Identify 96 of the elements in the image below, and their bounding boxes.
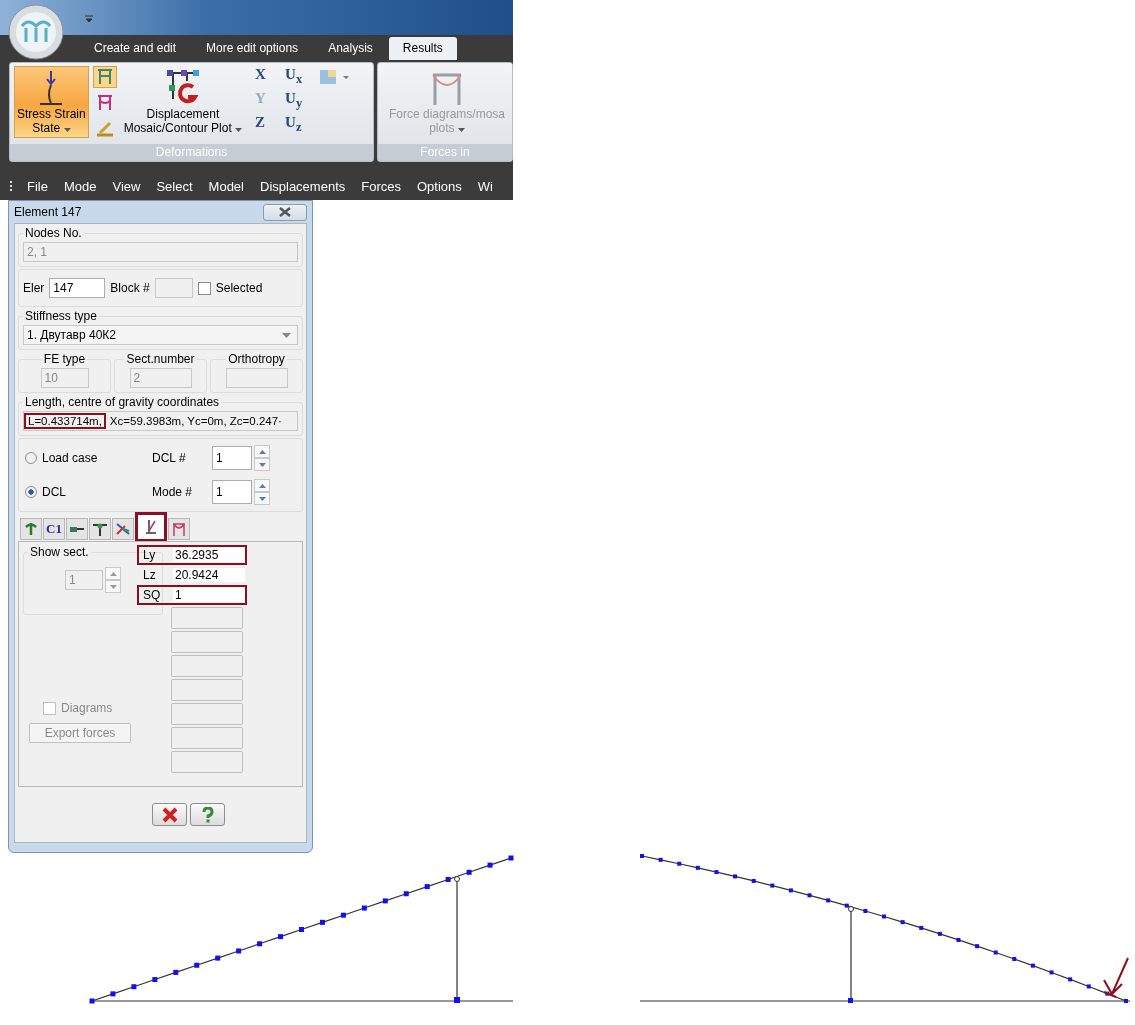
spinner[interactable] bbox=[254, 479, 270, 505]
radio-button[interactable] bbox=[25, 486, 37, 498]
group-title: Forces in bbox=[377, 144, 512, 161]
menu-item[interactable]: Select bbox=[148, 178, 201, 194]
parameter-value: 20.9424 bbox=[173, 568, 245, 582]
checkbox-label: Selected bbox=[215, 281, 263, 295]
ribbon-tab[interactable]: Create and edit bbox=[80, 37, 191, 60]
nodes-field: 2, 1 bbox=[23, 242, 298, 262]
down-arrow-icon bbox=[258, 462, 266, 467]
caret-icon bbox=[63, 128, 71, 132]
menu-item[interactable]: Mode bbox=[55, 178, 105, 194]
block-label: Block # bbox=[110, 281, 150, 295]
radio-label: DCL bbox=[42, 485, 67, 499]
element-field[interactable]: 147 bbox=[49, 278, 106, 298]
dropdown-icon[interactable] bbox=[85, 15, 93, 23]
axis-button[interactable]: U$_{x}$ bbox=[285, 66, 316, 90]
group-label: Stiffness type bbox=[24, 309, 98, 323]
menu-item[interactable]: Model bbox=[200, 178, 252, 194]
parameter-value: 36.2935 bbox=[173, 548, 245, 562]
up-arrow-icon bbox=[258, 483, 266, 488]
empty-cell bbox=[171, 727, 243, 749]
element-label: Eler bbox=[23, 281, 45, 295]
group-label: Show sect. bbox=[29, 545, 90, 559]
radio-label: Load case bbox=[42, 451, 99, 465]
ribbon-button[interactable]: Displacement Mosaic/Contour Plot bbox=[120, 66, 246, 138]
number-field[interactable]: 1 bbox=[212, 480, 252, 504]
down-arrow-icon bbox=[109, 584, 117, 589]
question-mark-icon bbox=[200, 806, 215, 823]
section-number-field: 2 bbox=[129, 368, 192, 388]
block-field[interactable] bbox=[154, 278, 193, 298]
grip-icon bbox=[10, 180, 13, 192]
parameter-name: SQ bbox=[143, 588, 162, 602]
caret-icon bbox=[235, 128, 243, 132]
group-label: Nodes No. bbox=[24, 226, 83, 240]
spinner[interactable] bbox=[254, 445, 270, 471]
down-arrow-icon bbox=[258, 496, 266, 501]
empty-cell bbox=[171, 679, 243, 701]
field-label: Mode # bbox=[152, 485, 194, 499]
cross-icon bbox=[160, 806, 179, 823]
tab-icon[interactable] bbox=[20, 518, 42, 540]
length-value: L=0.433714m, bbox=[24, 413, 106, 429]
frame-icon[interactable] bbox=[92, 66, 117, 88]
empty-cell bbox=[171, 607, 243, 629]
ribbon-tab[interactable]: More edit options bbox=[192, 37, 313, 60]
group-label: Orthotropy bbox=[227, 352, 286, 366]
up-arrow-icon bbox=[258, 449, 266, 454]
tab-icon[interactable] bbox=[135, 512, 167, 542]
axis-button[interactable]: Z bbox=[255, 114, 286, 138]
menu-item[interactable]: Options bbox=[409, 178, 470, 194]
axis-button[interactable]: U$_{y}$ bbox=[285, 90, 316, 114]
help-button[interactable] bbox=[190, 803, 225, 826]
field-label: DCL # bbox=[152, 451, 187, 465]
caret-icon bbox=[282, 332, 291, 338]
group-label: Sect.number bbox=[125, 352, 196, 366]
close-icon bbox=[278, 207, 292, 217]
axis-button[interactable]: X bbox=[255, 66, 286, 90]
fe-type-field: 10 bbox=[40, 368, 89, 388]
empty-cell bbox=[171, 631, 243, 653]
axis-button[interactable]: U$_{z}$ bbox=[285, 114, 316, 138]
cancel-button[interactable] bbox=[152, 803, 187, 826]
orthotropy-field bbox=[225, 368, 288, 388]
parameter-name: Ly bbox=[143, 548, 157, 562]
ribbon-tab[interactable]: Analysis bbox=[314, 37, 387, 60]
tab-icon[interactable] bbox=[112, 518, 134, 540]
annotation-arrow bbox=[1103, 957, 1129, 998]
menu-item[interactable]: File bbox=[19, 178, 56, 194]
group-title: Deformations bbox=[10, 144, 373, 161]
menu-item[interactable]: Wi bbox=[469, 178, 501, 194]
radio-button[interactable] bbox=[25, 452, 37, 464]
tab[interactable]: C1 bbox=[43, 518, 65, 540]
checkbox-label: Diagrams bbox=[61, 701, 113, 715]
tab-icon[interactable] bbox=[89, 518, 111, 540]
number-field[interactable]: 1 bbox=[212, 446, 252, 470]
menu-item[interactable]: Forces bbox=[353, 178, 409, 194]
stiffness-dropdown[interactable]: 1. Двутавр 40К2 bbox=[23, 325, 298, 345]
ribbon-button[interactable]: Stress Strain State bbox=[14, 66, 89, 138]
menu-item[interactable]: View bbox=[104, 178, 149, 194]
caret-icon bbox=[457, 128, 465, 132]
selected-checkbox[interactable] bbox=[197, 281, 211, 295]
spinner[interactable] bbox=[105, 567, 121, 593]
parameter-name: Lz bbox=[143, 568, 157, 582]
empty-cell bbox=[171, 751, 243, 773]
section-field: 1 bbox=[65, 570, 103, 590]
group-label: FE type bbox=[42, 352, 87, 366]
empty-cell bbox=[171, 655, 243, 677]
parameter-value: 1 bbox=[173, 588, 245, 602]
close-button[interactable] bbox=[263, 203, 307, 221]
diagrams-checkbox[interactable] bbox=[43, 701, 56, 715]
dialog-title: Element 147 bbox=[14, 205, 82, 219]
empty-cell bbox=[171, 703, 243, 725]
group-label: Length, centre of gravity coordinates bbox=[24, 395, 221, 409]
length-value: Xc=59.3983m, Yc=0m, Zc=0.247· bbox=[108, 414, 283, 429]
ribbon-tab[interactable]: Results bbox=[388, 37, 457, 60]
tab-icon[interactable] bbox=[66, 518, 88, 540]
menu-item[interactable]: Displacements bbox=[252, 178, 354, 194]
up-arrow-icon bbox=[109, 571, 117, 576]
